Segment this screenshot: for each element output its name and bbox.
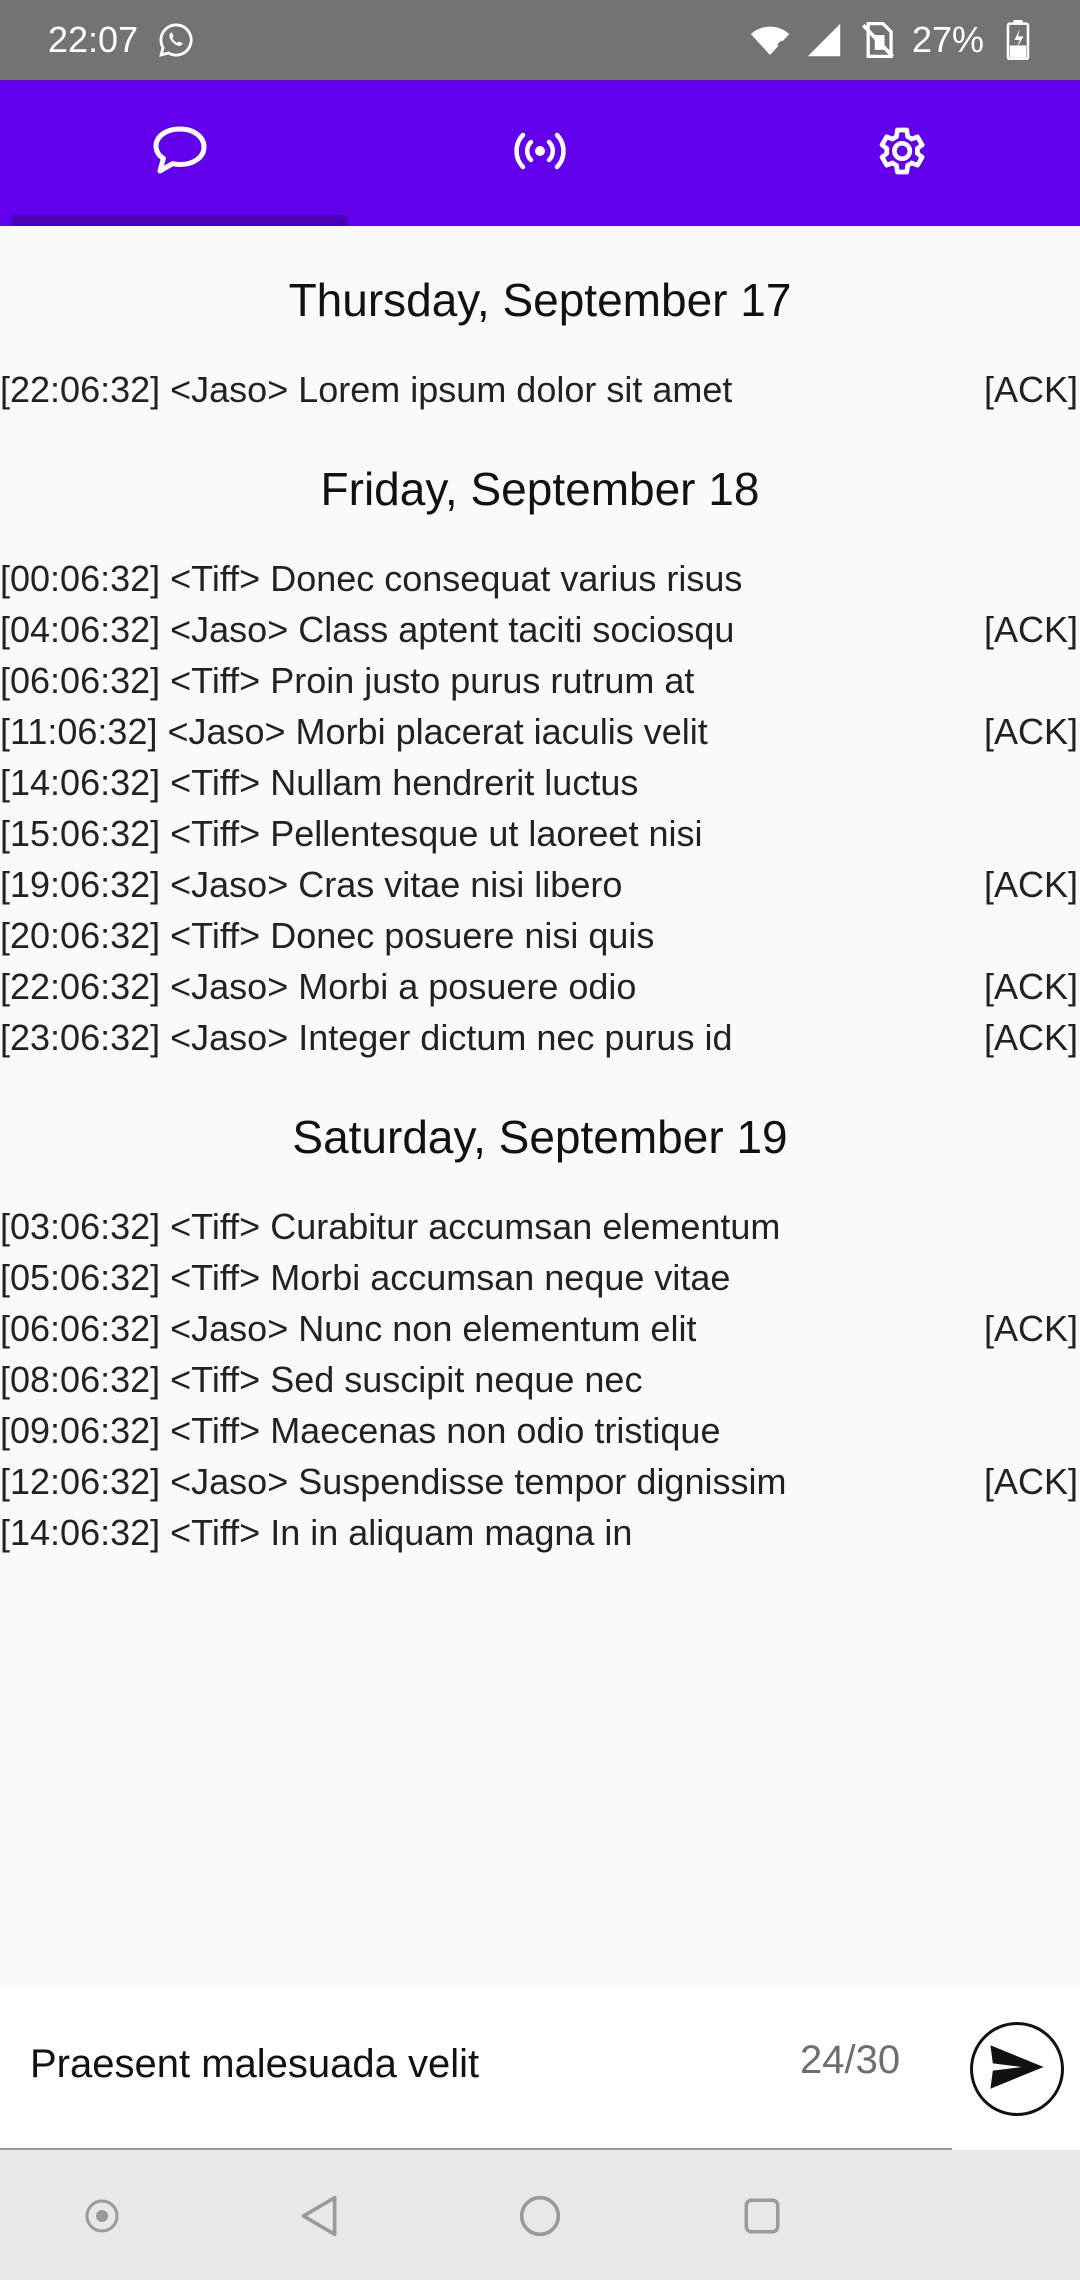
ack-label: [ACK] — [983, 863, 1078, 905]
send-icon — [988, 2042, 1046, 2097]
tab-chat[interactable] — [0, 80, 360, 226]
date-header: Saturday, September 19 — [292, 1111, 788, 1163]
message-text: [11:06:32] <Jaso> Morbi placerat iaculis… — [0, 710, 708, 752]
message-row: [09:06:32] <Tiff> Maecenas non odio tris… — [0, 1405, 1080, 1456]
message-row: [06:06:32] <Jaso> Nunc non elementum eli… — [0, 1303, 1080, 1354]
message-text: [22:06:32] <Jaso> Morbi a posuere odio — [0, 965, 637, 1007]
message-text: [00:06:32] <Tiff> Donec consequat varius… — [0, 557, 743, 599]
tab-settings[interactable] — [720, 80, 1080, 226]
message-text: [05:06:32] <Tiff> Morbi accumsan neque v… — [0, 1256, 731, 1298]
message-text: [12:06:32] <Jaso> Suspendisse tempor dig… — [0, 1460, 787, 1502]
assistant-icon[interactable] — [72, 2186, 132, 2246]
chat-bubble-icon — [151, 125, 209, 182]
ack-label: [ACK] — [983, 965, 1078, 1007]
message-row: [06:06:32] <Tiff> Proin justo purus rutr… — [0, 655, 1080, 706]
message-text: [14:06:32] <Tiff> Nullam hendrerit luctu… — [0, 761, 639, 803]
message-composer: 24/30 — [0, 1986, 1080, 2150]
message-text: [09:06:32] <Tiff> Maecenas non odio tris… — [0, 1409, 721, 1451]
message-text: [20:06:32] <Tiff> Donec posuere nisi qui… — [0, 914, 655, 956]
broadcast-icon — [512, 131, 568, 176]
whatsapp-icon — [156, 20, 196, 60]
message-text: [06:06:32] <Tiff> Proin justo purus rutr… — [0, 659, 695, 701]
message-row: [00:06:32] <Tiff> Donec consequat varius… — [0, 553, 1080, 604]
message-row: [14:06:32] <Tiff> In in aliquam magna in — [0, 1507, 1080, 1558]
cell-signal-icon — [804, 20, 844, 60]
ack-label: [ACK] — [983, 368, 1078, 410]
message-row: [08:06:32] <Tiff> Sed suscipit neque nec — [0, 1354, 1080, 1405]
message-text: [19:06:32] <Jaso> Cras vitae nisi libero — [0, 863, 623, 905]
message-row: [12:06:32] <Jaso> Suspendisse tempor dig… — [0, 1456, 1080, 1507]
status-bar: 22:07 27% — [0, 0, 1080, 80]
message-row: [22:06:32] <Jaso> Morbi a posuere odio [A… — [0, 961, 1080, 1012]
message-text: [03:06:32] <Tiff> Curabitur accumsan ele… — [0, 1205, 781, 1247]
message-row: [19:06:32] <Jaso> Cras vitae nisi libero… — [0, 859, 1080, 910]
message-row: [15:06:32] <Tiff> Pellentesque ut laoree… — [0, 808, 1080, 859]
ack-label: [ACK] — [983, 1460, 1078, 1502]
message-row: [05:06:32] <Tiff> Morbi accumsan neque v… — [0, 1252, 1080, 1303]
message-row: [04:06:32] <Jaso> Class aptent taciti so… — [0, 604, 1080, 655]
message-text: [06:06:32] <Jaso> Nunc non elementum eli… — [0, 1307, 697, 1349]
wifi-icon — [750, 20, 790, 60]
character-counter: 24/30 — [800, 2038, 901, 2082]
message-row: [03:06:32] <Tiff> Curabitur accumsan ele… — [0, 1201, 1080, 1252]
message-row: [23:06:32] <Jaso> Integer dictum nec pur… — [0, 1012, 1080, 1063]
home-icon[interactable] — [510, 2186, 570, 2246]
date-header: Thursday, September 17 — [288, 274, 792, 326]
ack-label: [ACK] — [983, 1016, 1078, 1058]
message-row: [11:06:32] <Jaso> Morbi placerat iaculis… — [0, 706, 1080, 757]
message-text: [04:06:32] <Jaso> Class aptent taciti so… — [0, 608, 735, 650]
ack-label: [ACK] — [983, 1307, 1078, 1349]
message-input[interactable] — [30, 2034, 670, 2094]
date-header: Friday, September 18 — [320, 463, 760, 515]
gear-icon — [872, 123, 928, 184]
message-row: [14:06:32] <Tiff> Nullam hendrerit luctu… — [0, 757, 1080, 808]
selected-tab-indicator — [12, 215, 348, 226]
message-text: [22:06:32] <Jaso> Lorem ipsum dolor sit … — [0, 368, 733, 410]
no-sim-icon — [858, 20, 898, 60]
tab-broadcast[interactable] — [360, 80, 720, 226]
back-icon[interactable] — [290, 2186, 350, 2246]
message-row: [22:06:32] <Jaso> Lorem ipsum dolor sit … — [0, 364, 1080, 415]
ack-label: [ACK] — [983, 710, 1078, 752]
send-button[interactable] — [970, 2022, 1064, 2116]
recents-icon[interactable] — [732, 2186, 792, 2246]
message-text: [15:06:32] <Tiff> Pellentesque ut laoree… — [0, 812, 703, 854]
status-time: 22:07 — [48, 19, 139, 60]
navigation-bar — [0, 2150, 1080, 2280]
chat-log[interactable]: Thursday, September 17 [22:06:32] <Jaso>… — [0, 226, 1080, 1986]
tab-bar — [0, 80, 1080, 226]
battery-percent: 27% — [911, 19, 984, 60]
message-text: [23:06:32] <Jaso> Integer dictum nec pur… — [0, 1016, 733, 1058]
message-row: [20:06:32] <Tiff> Donec posuere nisi qui… — [0, 910, 1080, 961]
message-text: [08:06:32] <Tiff> Sed suscipit neque nec — [0, 1358, 643, 1400]
ack-label: [ACK] — [983, 608, 1078, 650]
message-text: [14:06:32] <Tiff> In in aliquam magna in — [0, 1511, 633, 1553]
battery-charging-icon — [998, 20, 1038, 60]
